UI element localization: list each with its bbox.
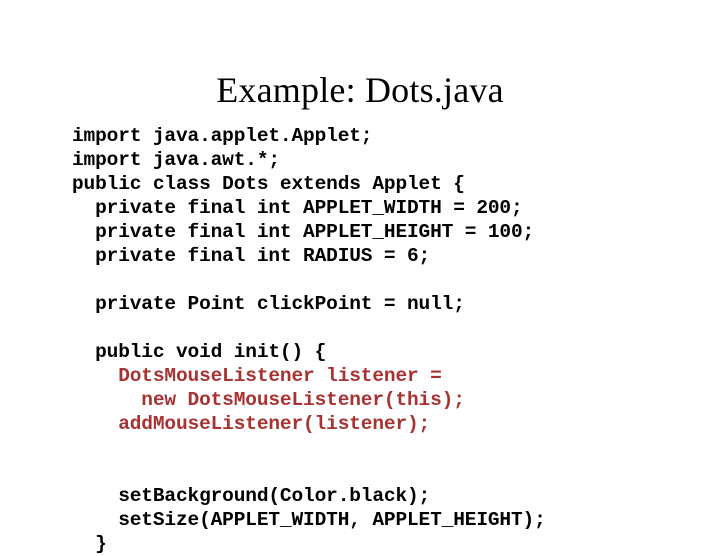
code-line: private Point clickPoint = null; [72,293,465,315]
code-line: private final int RADIUS = 6; [72,245,431,267]
code-line: addMouseListener(listener); [72,413,431,435]
code-line: public void init() { [72,341,327,363]
code-line: private final int APPLET_HEIGHT = 100; [72,221,535,243]
code-line: setBackground(Color.black); [72,485,431,507]
code-line: import java.awt.*; [72,149,280,171]
code-line: setSize(APPLET_WIDTH, APPLET_HEIGHT); [72,509,546,531]
slide-title: Example: Dots.java [216,70,504,110]
code-listing: import java.applet.Applet; import java.aw… [72,124,692,556]
code-line: new DotsMouseListener(this); [72,389,465,411]
code-line: DotsMouseListener listener = [72,365,442,387]
code-line: private final int APPLET_WIDTH = 200; [72,197,523,219]
code-line: import java.applet.Applet; [72,125,373,147]
presentation-slide: Example: Dots.java import java.applet.Ap… [0,0,720,555]
code-line: public class Dots extends Applet { [72,173,465,195]
code-line: } [72,533,107,555]
